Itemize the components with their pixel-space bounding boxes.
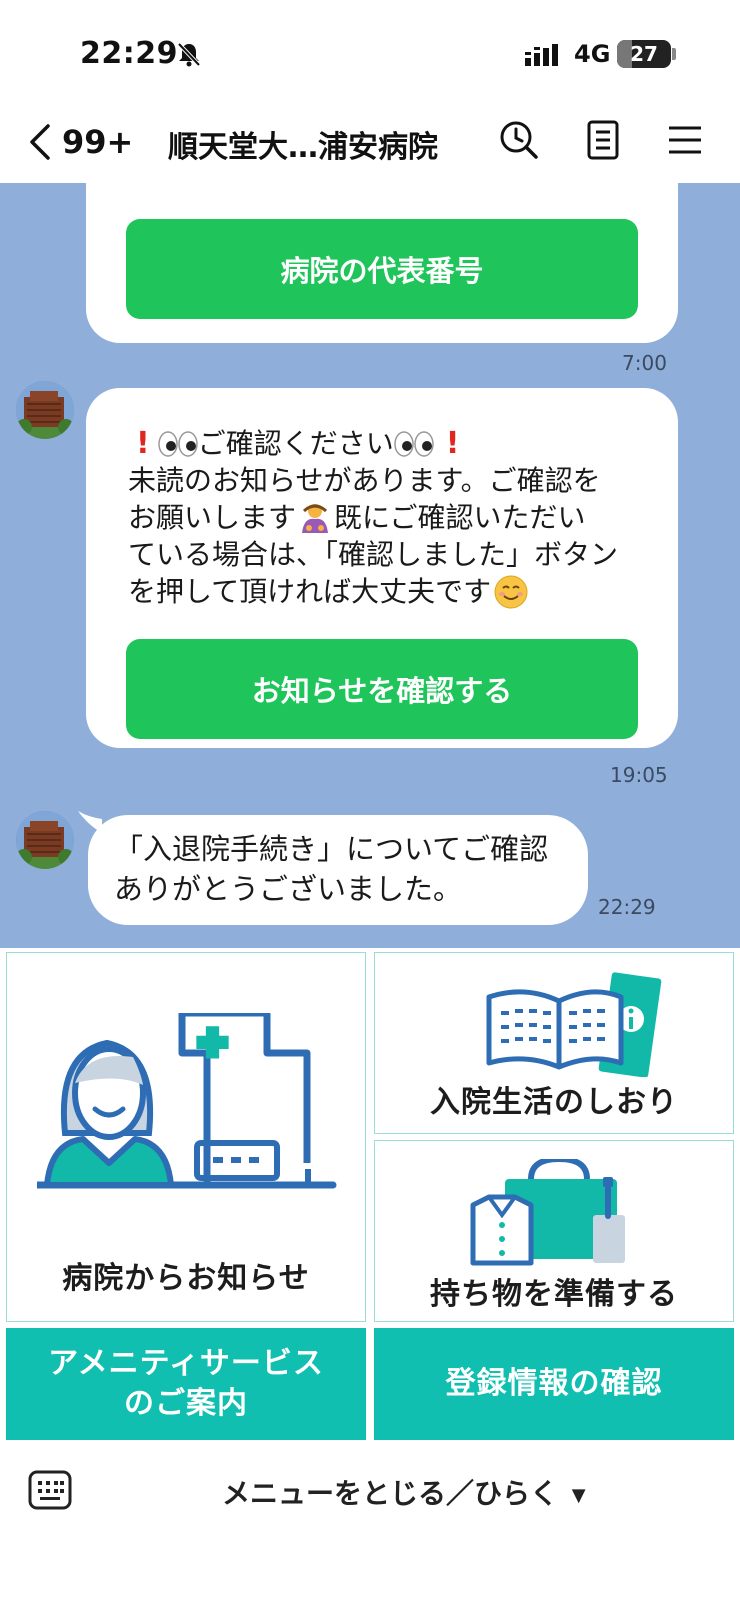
avatar[interactable] (16, 381, 74, 439)
battery-nub (672, 48, 676, 60)
belongings-bag-icon (470, 1159, 625, 1266)
hamburger-menu-icon (669, 126, 701, 154)
hospital-avatar-icon (16, 381, 74, 439)
amenity-service-button[interactable]: アメニティサービス のご案内 (6, 1328, 366, 1440)
exclamation-icon: ! (136, 426, 150, 461)
menu-toggle-button[interactable]: メニューをとじる／ひらく ▼ (222, 1472, 586, 1512)
confirm-notice-button[interactable]: お知らせを確認する (126, 639, 638, 739)
menu-toggle-label: メニューをとじる／ひらく (222, 1477, 559, 1510)
registration-info-button[interactable]: 登録情報の確認 (374, 1328, 734, 1440)
nurse-hospital-icon (37, 1013, 337, 1189)
search-icon (500, 121, 538, 159)
message-line: 「入退院手続き」についてご確認 (114, 832, 549, 866)
signal-icon (525, 44, 558, 66)
bowing-person-icon (302, 503, 329, 533)
menu-label: 病院からお知らせ (62, 1261, 310, 1296)
back-button[interactable]: 99+ (26, 117, 136, 167)
book-info-icon (486, 972, 662, 1077)
menu-label: のご案内 (123, 1386, 248, 1421)
caret-down-icon: ▼ (571, 1484, 586, 1506)
eyes-icon (393, 430, 434, 457)
menu-button[interactable] (660, 115, 710, 165)
eyes-icon (157, 430, 198, 457)
hospital-avatar-icon (16, 811, 74, 869)
status-time: 22:29 (80, 36, 178, 71)
notes-button[interactable] (578, 115, 628, 165)
prepare-belongings-tile[interactable]: 持ち物を準備する (374, 1140, 734, 1322)
message-line: 未読のお知らせがあります。ご確認を (128, 464, 601, 497)
chat-header: 99+ 順天堂大…浦安病院 (0, 105, 740, 183)
hospital-guide-tile[interactable]: 入院生活のしおり (374, 952, 734, 1134)
keyboard-icon[interactable] (28, 1470, 72, 1510)
network-type: 4G (574, 40, 611, 68)
message-time: 22:29 (598, 895, 656, 919)
bell-muted-icon (177, 42, 201, 67)
chevron-left-icon (30, 124, 50, 160)
chat-title: 順天堂大…浦安病院 (168, 130, 438, 165)
notice-heading: ご確認ください (197, 427, 394, 460)
message-time: 7:00 (622, 351, 667, 375)
battery-indicator: 27 (617, 40, 671, 68)
bottom-bar: メニューをとじる／ひらく ▼ (0, 1446, 740, 1600)
smiling-face-icon (494, 575, 528, 608)
message-time: 19:05 (610, 763, 668, 787)
chat-area[interactable]: 病院の代表番号 7:00 ! ご確認ください ! 未読のお知らせがあります。ご確… (0, 183, 740, 948)
message-line: ありがとうございました。 (114, 872, 463, 906)
status-bar: 22:29 4G 27 (0, 0, 740, 105)
unread-count: 99+ (62, 123, 134, 161)
search-button[interactable] (494, 115, 544, 165)
rich-menu: 病院からお知らせ 入院生活のしおり 持ち物を準備する アメニティサービス のご案… (0, 948, 740, 1446)
notes-icon (587, 120, 619, 160)
message-line: お願いします (128, 501, 297, 534)
exclamation-icon: ! (445, 426, 460, 461)
menu-label: 入院生活のしおり (430, 1085, 678, 1120)
menu-label: 持ち物を準備する (430, 1277, 678, 1312)
battery-percent: 27 (630, 42, 658, 66)
avatar[interactable] (16, 811, 74, 869)
message-line: を押して頂ければ大丈夫です (128, 575, 492, 608)
hospital-phone-button[interactable]: 病院の代表番号 (126, 219, 638, 319)
menu-label: アメニティサービス (48, 1346, 324, 1381)
message-text: ! ご確認ください ! 未読のお知らせがあります。ご確認を お願いします 既にご… (128, 425, 648, 610)
message-text: 「入退院手続き」についてご確認 ありがとうございました。 (114, 829, 584, 909)
message-line: ている場合は、「確認しました」ボタン (128, 538, 619, 571)
hospital-notices-tile[interactable]: 病院からお知らせ (6, 952, 366, 1322)
message-line: 既にご確認いただい (334, 501, 586, 534)
